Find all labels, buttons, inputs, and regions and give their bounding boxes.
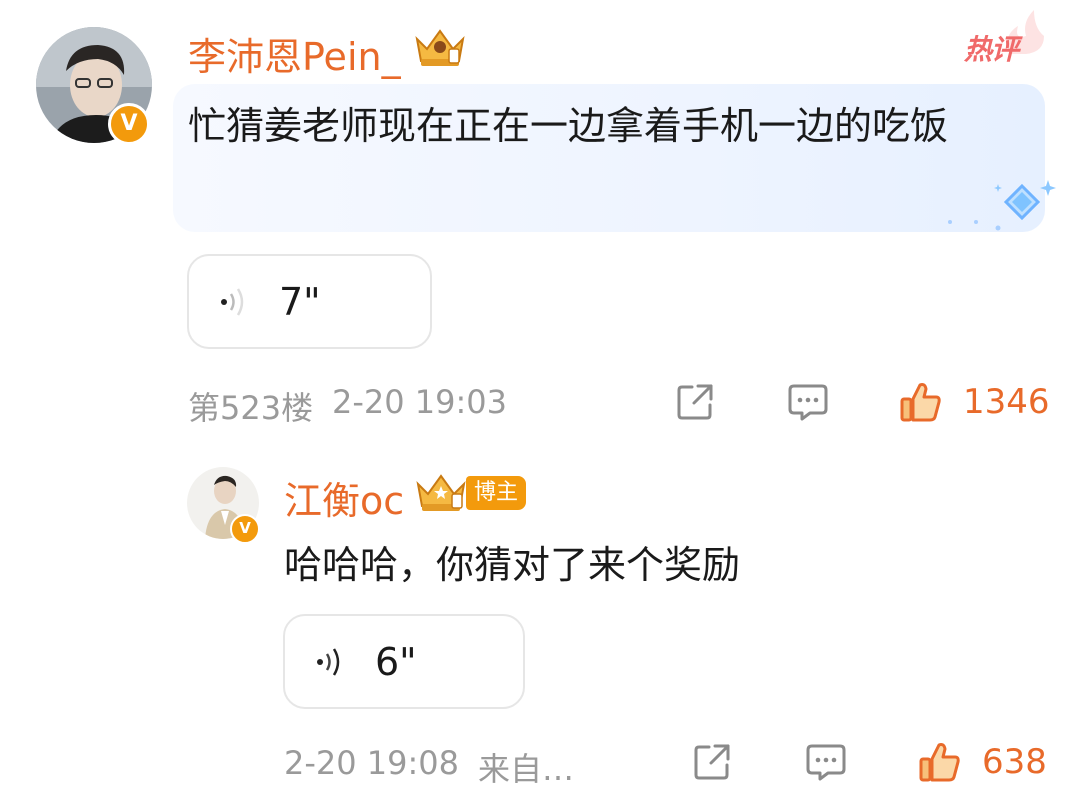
crown-badge-icon xyxy=(415,29,465,66)
voice-message[interactable]: 7" xyxy=(187,254,432,349)
reply-time: 2-20 19:08 xyxy=(284,744,460,782)
share-icon[interactable] xyxy=(674,381,716,423)
verified-badge: V xyxy=(108,103,150,145)
diamond-sparkle-icon xyxy=(948,180,1056,231)
reply-text: 哈哈哈，你猜对了来个奖励 xyxy=(284,543,741,587)
voice-message[interactable]: 6" xyxy=(283,614,525,709)
hot-comment-label: 热评 xyxy=(964,33,1019,66)
comment-icon[interactable] xyxy=(804,741,848,783)
comment-floor: 第523楼 xyxy=(188,389,314,427)
comment-time: 2-20 19:03 xyxy=(332,383,508,421)
voice-wave-icon xyxy=(317,647,340,676)
voice-wave-icon xyxy=(221,287,244,316)
reply-username[interactable]: 江衡oc xyxy=(284,470,404,525)
voice-duration: 6" xyxy=(375,639,417,684)
like-count: 1346 xyxy=(963,382,1050,422)
like-count: 638 xyxy=(982,742,1047,782)
thumbs-up-icon[interactable] xyxy=(917,739,963,785)
reply-source[interactable]: 来自… xyxy=(478,744,574,790)
blogger-tag: 博主 xyxy=(466,476,527,510)
share-icon[interactable] xyxy=(691,741,733,783)
comment-text: 忙猜姜老师现在正在一边拿着手机一边的吃饭 xyxy=(188,104,949,148)
voice-duration: 7" xyxy=(279,279,321,324)
thumbs-up-icon[interactable] xyxy=(898,379,944,425)
comment-icon[interactable] xyxy=(786,381,830,423)
comment-username[interactable]: 李沛恩Pein_ xyxy=(188,26,401,81)
verified-badge: V xyxy=(230,514,260,544)
crown-badge-icon xyxy=(416,474,466,511)
